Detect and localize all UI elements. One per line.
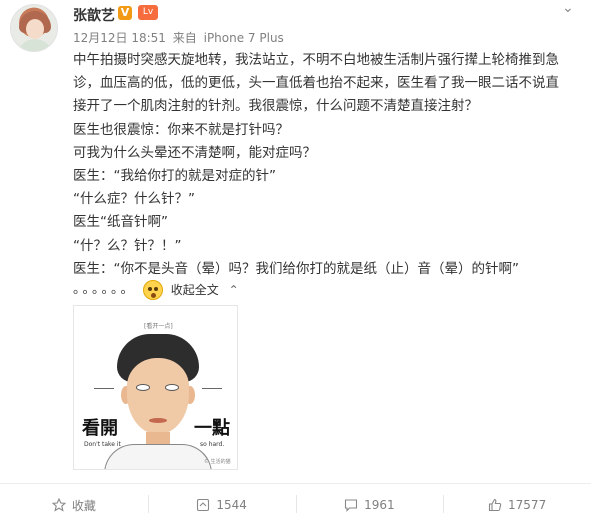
post-line: “什？么？针？！” [73,237,182,254]
post-line: 医生“纸音针啊” [73,214,168,231]
comment-button[interactable]: 1961 [295,484,444,526]
repost-count: 1544 [216,498,247,512]
post-source: iPhone 7 Plus [203,31,284,45]
collapse-full-text-link[interactable]: 收起全文 ⌃ [171,283,239,297]
arrow-left-icon [94,388,114,389]
repost-icon [196,498,210,512]
like-button[interactable]: 17577 [443,484,591,526]
thumbs-up-icon [488,498,502,512]
chevron-up-icon: ⌃ [228,283,239,297]
collapse-label: 收起全文 [170,283,219,297]
comment-count: 1961 [364,498,395,512]
level-badge-icon[interactable]: Lv [138,5,158,20]
image-right-subtext: so hard. [200,441,225,448]
chevron-down-icon[interactable]: ⌄ [562,0,574,16]
image-left-subtext: Don't take it [84,441,121,448]
illustration-eye-left [136,384,150,391]
avatar-face [26,19,44,39]
illustration-eye-right [165,384,179,391]
favorite-label: 收藏 [71,498,96,513]
star-outline-icon [51,498,66,512]
dizzy-face-emoji-icon [142,279,163,300]
author-name[interactable]: 张歆艺 [73,5,115,25]
image-caption-top: [看开一点] [144,323,173,330]
ellipsis-text: 。。。。。。 [73,282,137,297]
image-left-text: 看開 [82,418,118,439]
comment-icon [344,498,358,512]
post-paragraph: 中午拍摄时突感天旋地转，我法站立，不明不白地被生活制片强行撵上轮椅推到急诊，血压… [73,52,559,115]
post-line: 医生也很震惊：你来不就是打针吗？ [73,121,289,138]
action-bar: 收藏 1544 1961 17577 [0,484,591,526]
post-image[interactable]: [看开一点] 看開 一點 Don't take it so hard. © 生活… [73,305,238,470]
arrow-right-icon [202,388,222,389]
like-count: 17577 [508,498,547,512]
post-meta: 12月12日 18:51 来自 iPhone 7 Plus [73,29,287,46]
avatar[interactable] [10,4,58,52]
post-line: “什么症？什么针？” [73,191,195,208]
image-signature: © 生活的猫 [204,459,231,465]
post-date[interactable]: 12月12日 18:51 [73,31,166,45]
favorite-button[interactable]: 收藏 [0,484,148,526]
post-body: 中午拍摄时突感天旋地转，我法站立，不明不白地被生活制片强行撵上轮椅推到急诊，血压… [73,49,569,281]
repost-button[interactable]: 1544 [147,484,296,526]
image-right-text: 一點 [194,418,230,439]
post-line: 医生：“我给你打的就是对症的针” [73,168,276,185]
verified-badge-icon: V [118,6,132,20]
source-prefix: 来自 [172,31,197,45]
illustration-mouth [149,418,167,423]
weibo-post-card: 张歆艺 V Lv ⌄ 12月12日 18:51 来自 iPhone 7 Plus… [0,0,591,526]
avatar-shirt [17,39,53,51]
post-line: 可我为什么头晕还不清楚啊，能对症吗？ [73,144,316,161]
collapse-row: 。。。。。。 收起全文 ⌃ [73,278,239,300]
